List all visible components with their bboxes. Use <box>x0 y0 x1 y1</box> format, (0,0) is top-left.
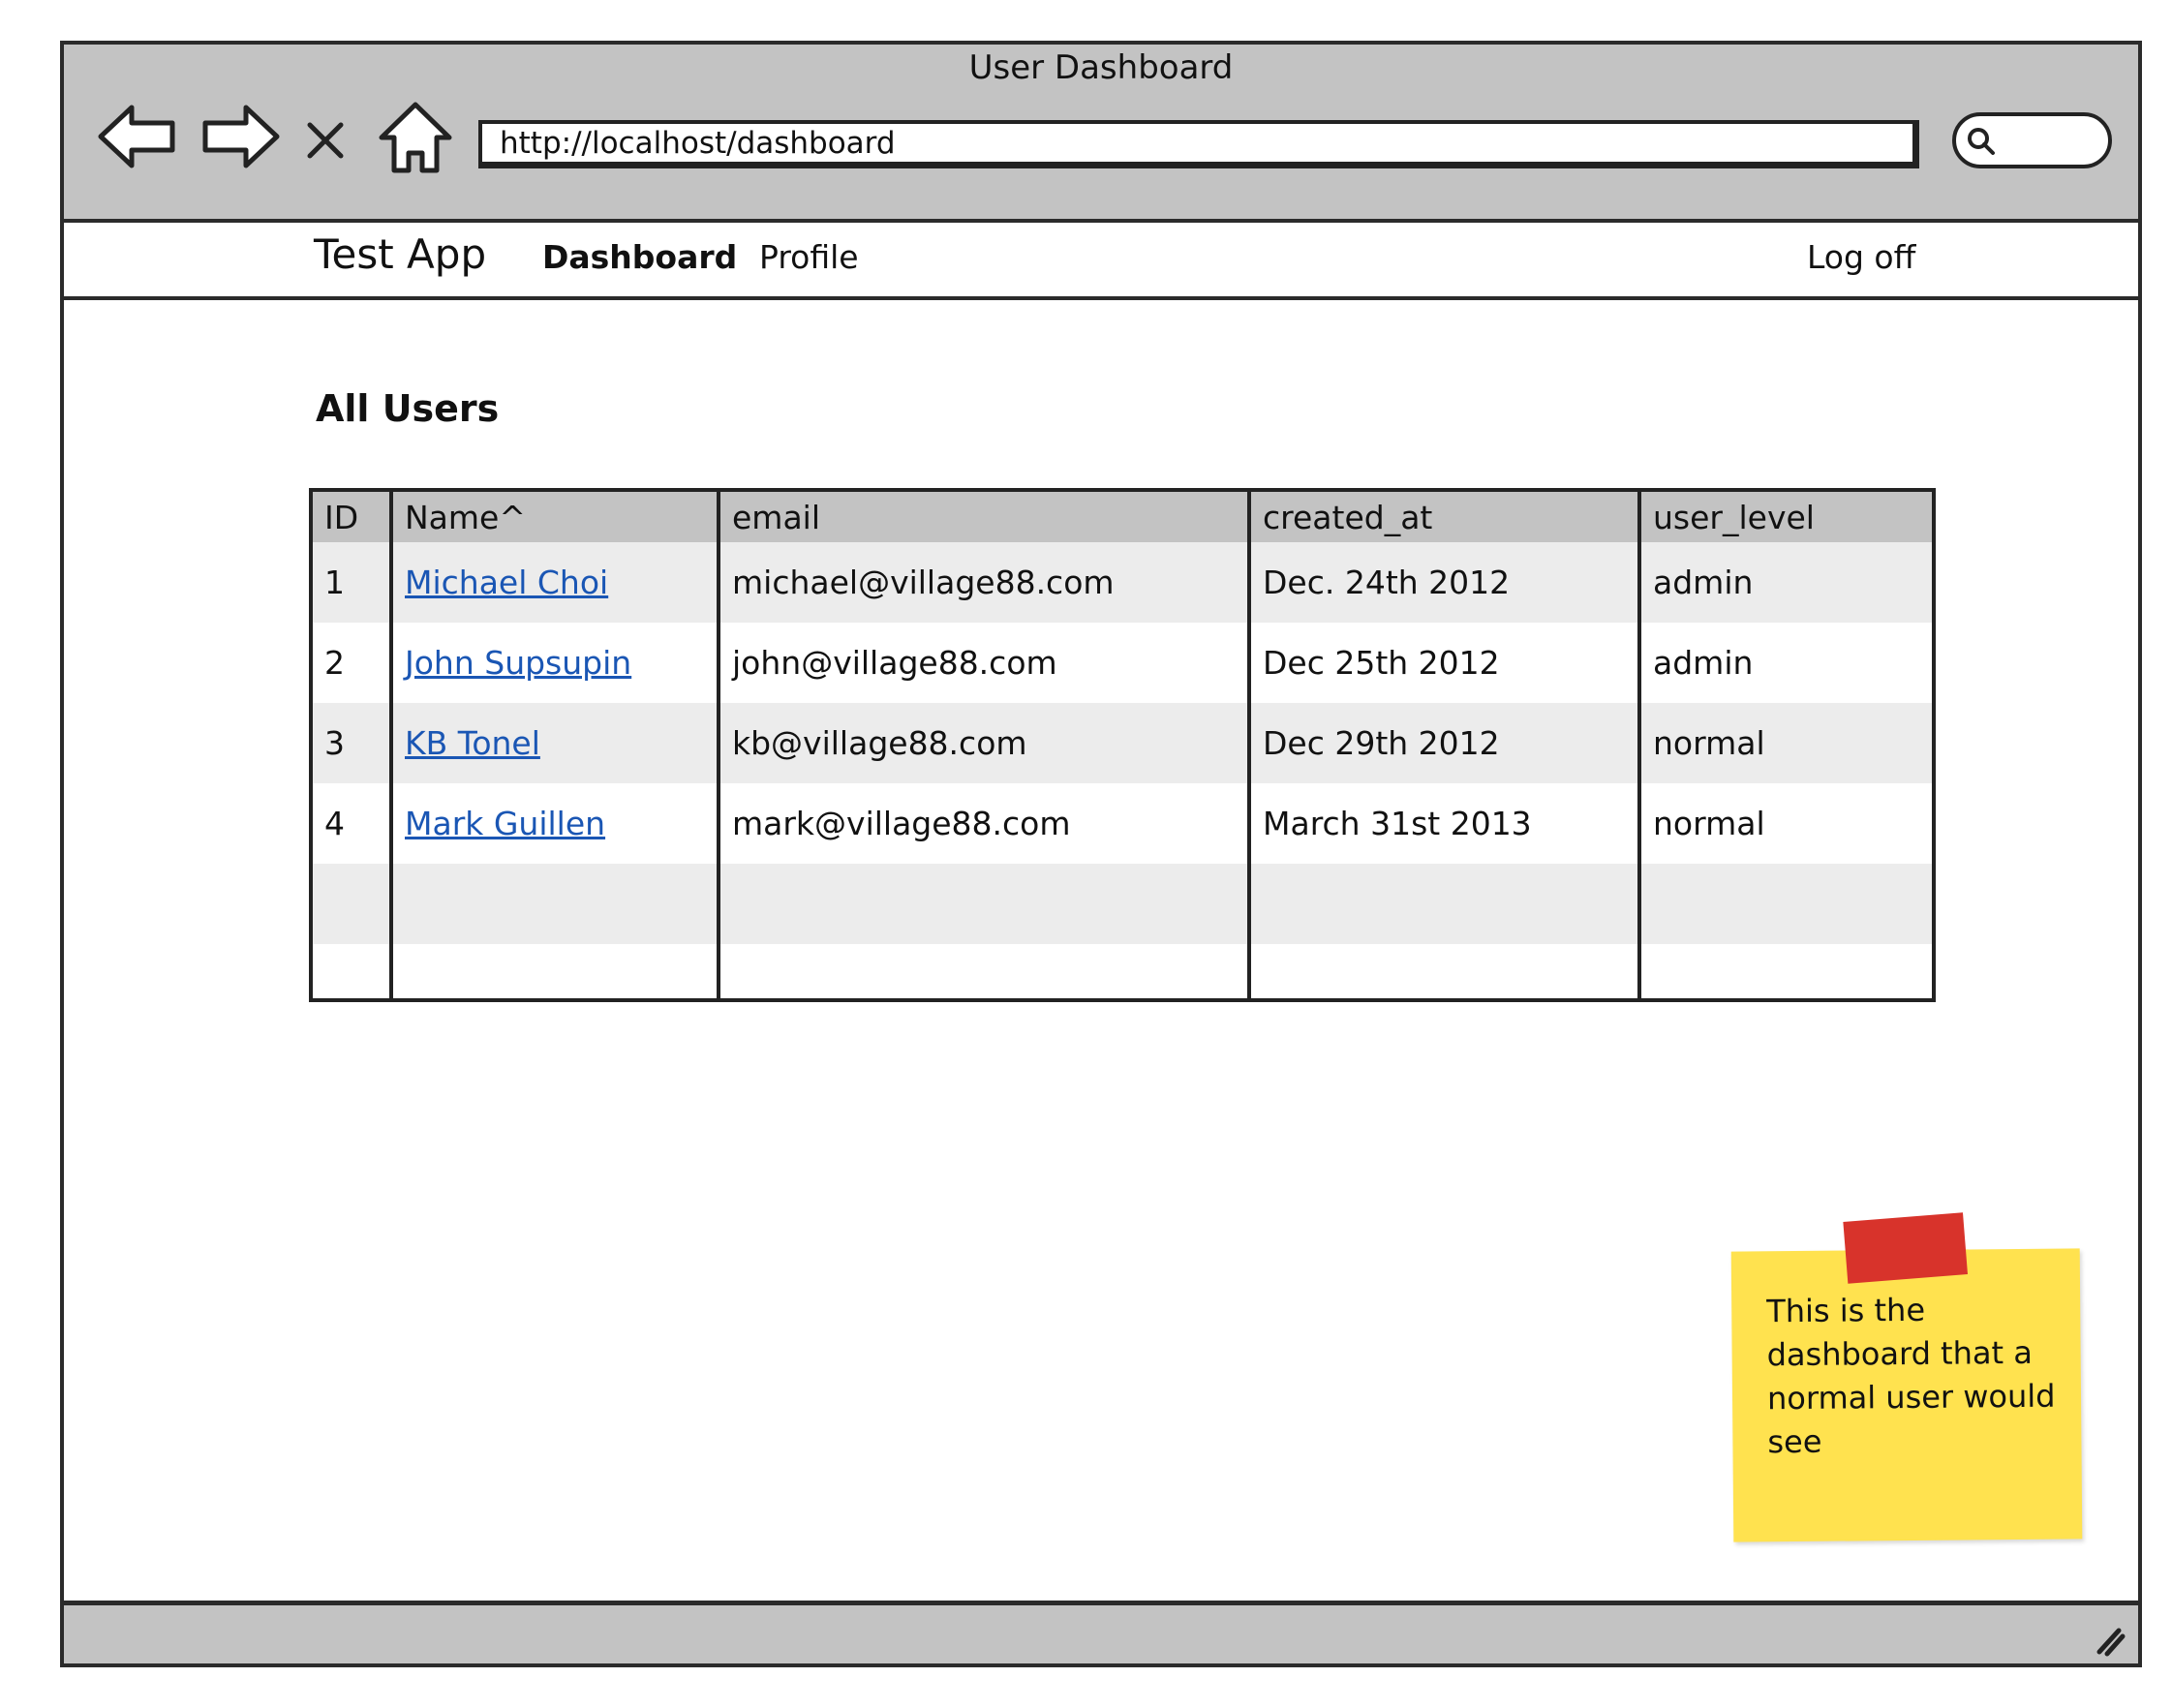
user-link[interactable]: Mark Guillen <box>405 805 605 842</box>
users-table: ID Name^ email created_at user_level 1 M… <box>309 488 1936 1002</box>
column-header-email[interactable]: email <box>719 490 1251 542</box>
nav-link-profile[interactable]: Profile <box>759 238 859 276</box>
column-header-created-at[interactable]: created_at <box>1249 490 1641 542</box>
page-title: All Users <box>316 387 500 430</box>
search-icon <box>1968 128 1995 155</box>
cell-id: 2 <box>311 623 393 703</box>
sticky-note-tape <box>1843 1212 1968 1284</box>
cell-user-level: admin <box>1639 542 1936 623</box>
cell-id: 3 <box>311 703 393 783</box>
cell-user-level: normal <box>1639 783 1936 864</box>
cell-id: 4 <box>311 783 393 864</box>
cell-created-at: Dec 25th 2012 <box>1249 623 1641 703</box>
back-arrow-icon[interactable] <box>93 93 180 180</box>
cell-name: Michael Choi <box>391 542 720 623</box>
cell-name: KB Tonel <box>391 703 720 783</box>
logoff-link[interactable]: Log off <box>1807 238 1915 276</box>
search-field[interactable] <box>1952 112 2112 168</box>
cell-email: john@village88.com <box>719 623 1251 703</box>
user-link[interactable]: KB Tonel <box>405 724 540 762</box>
user-link[interactable]: John Supsupin <box>405 644 631 682</box>
table-header-row: ID Name^ email created_at user_level <box>311 490 1936 542</box>
table-row: 3 KB Tonel kb@village88.com Dec 29th 201… <box>311 703 1936 783</box>
app-navbar: Test App Dashboard Profile Log off <box>64 223 2138 300</box>
cell-user-level: admin <box>1639 623 1936 703</box>
sticky-note-text: This is the dashboard that a normal user… <box>1766 1291 2056 1461</box>
cell-id: 1 <box>311 542 393 623</box>
table-row-empty <box>311 944 1936 1000</box>
column-header-user-level[interactable]: user_level <box>1639 490 1936 542</box>
close-icon[interactable] <box>296 93 354 180</box>
brand-logo[interactable]: Test App <box>314 230 486 278</box>
sticky-note: This is the dashboard that a normal user… <box>1730 1212 2083 1542</box>
cell-user-level: normal <box>1639 703 1936 783</box>
column-header-name[interactable]: Name^ <box>391 490 720 542</box>
cell-created-at: March 31st 2013 <box>1249 783 1641 864</box>
address-bar[interactable]: http://localhost/dashboard <box>478 120 1919 168</box>
nav-link-dashboard[interactable]: Dashboard <box>542 238 737 276</box>
column-header-id[interactable]: ID <box>311 490 393 542</box>
window-title: User Dashboard <box>968 48 1234 87</box>
resize-grip-icon[interactable] <box>2090 1619 2128 1658</box>
status-bar <box>64 1601 2138 1663</box>
browser-chrome: User Dashboard http://localhost/dashboar… <box>64 45 2138 223</box>
cell-created-at: Dec 29th 2012 <box>1249 703 1641 783</box>
user-link[interactable]: Michael Choi <box>405 564 608 601</box>
browser-window: User Dashboard http://localhost/dashboar… <box>60 41 2142 1667</box>
cell-created-at: Dec. 24th 2012 <box>1249 542 1641 623</box>
table-row: 4 Mark Guillen mark@village88.com March … <box>311 783 1936 864</box>
home-icon[interactable] <box>372 93 459 180</box>
cell-name: Mark Guillen <box>391 783 720 864</box>
table-row: 1 Michael Choi michael@village88.com Dec… <box>311 542 1936 623</box>
table-row: 2 John Supsupin john@village88.com Dec 2… <box>311 623 1936 703</box>
forward-arrow-icon[interactable] <box>198 93 285 180</box>
cell-email: michael@village88.com <box>719 542 1251 623</box>
cell-name: John Supsupin <box>391 623 720 703</box>
cell-email: kb@village88.com <box>719 703 1251 783</box>
table-row-empty <box>311 864 1936 944</box>
cell-email: mark@village88.com <box>719 783 1251 864</box>
